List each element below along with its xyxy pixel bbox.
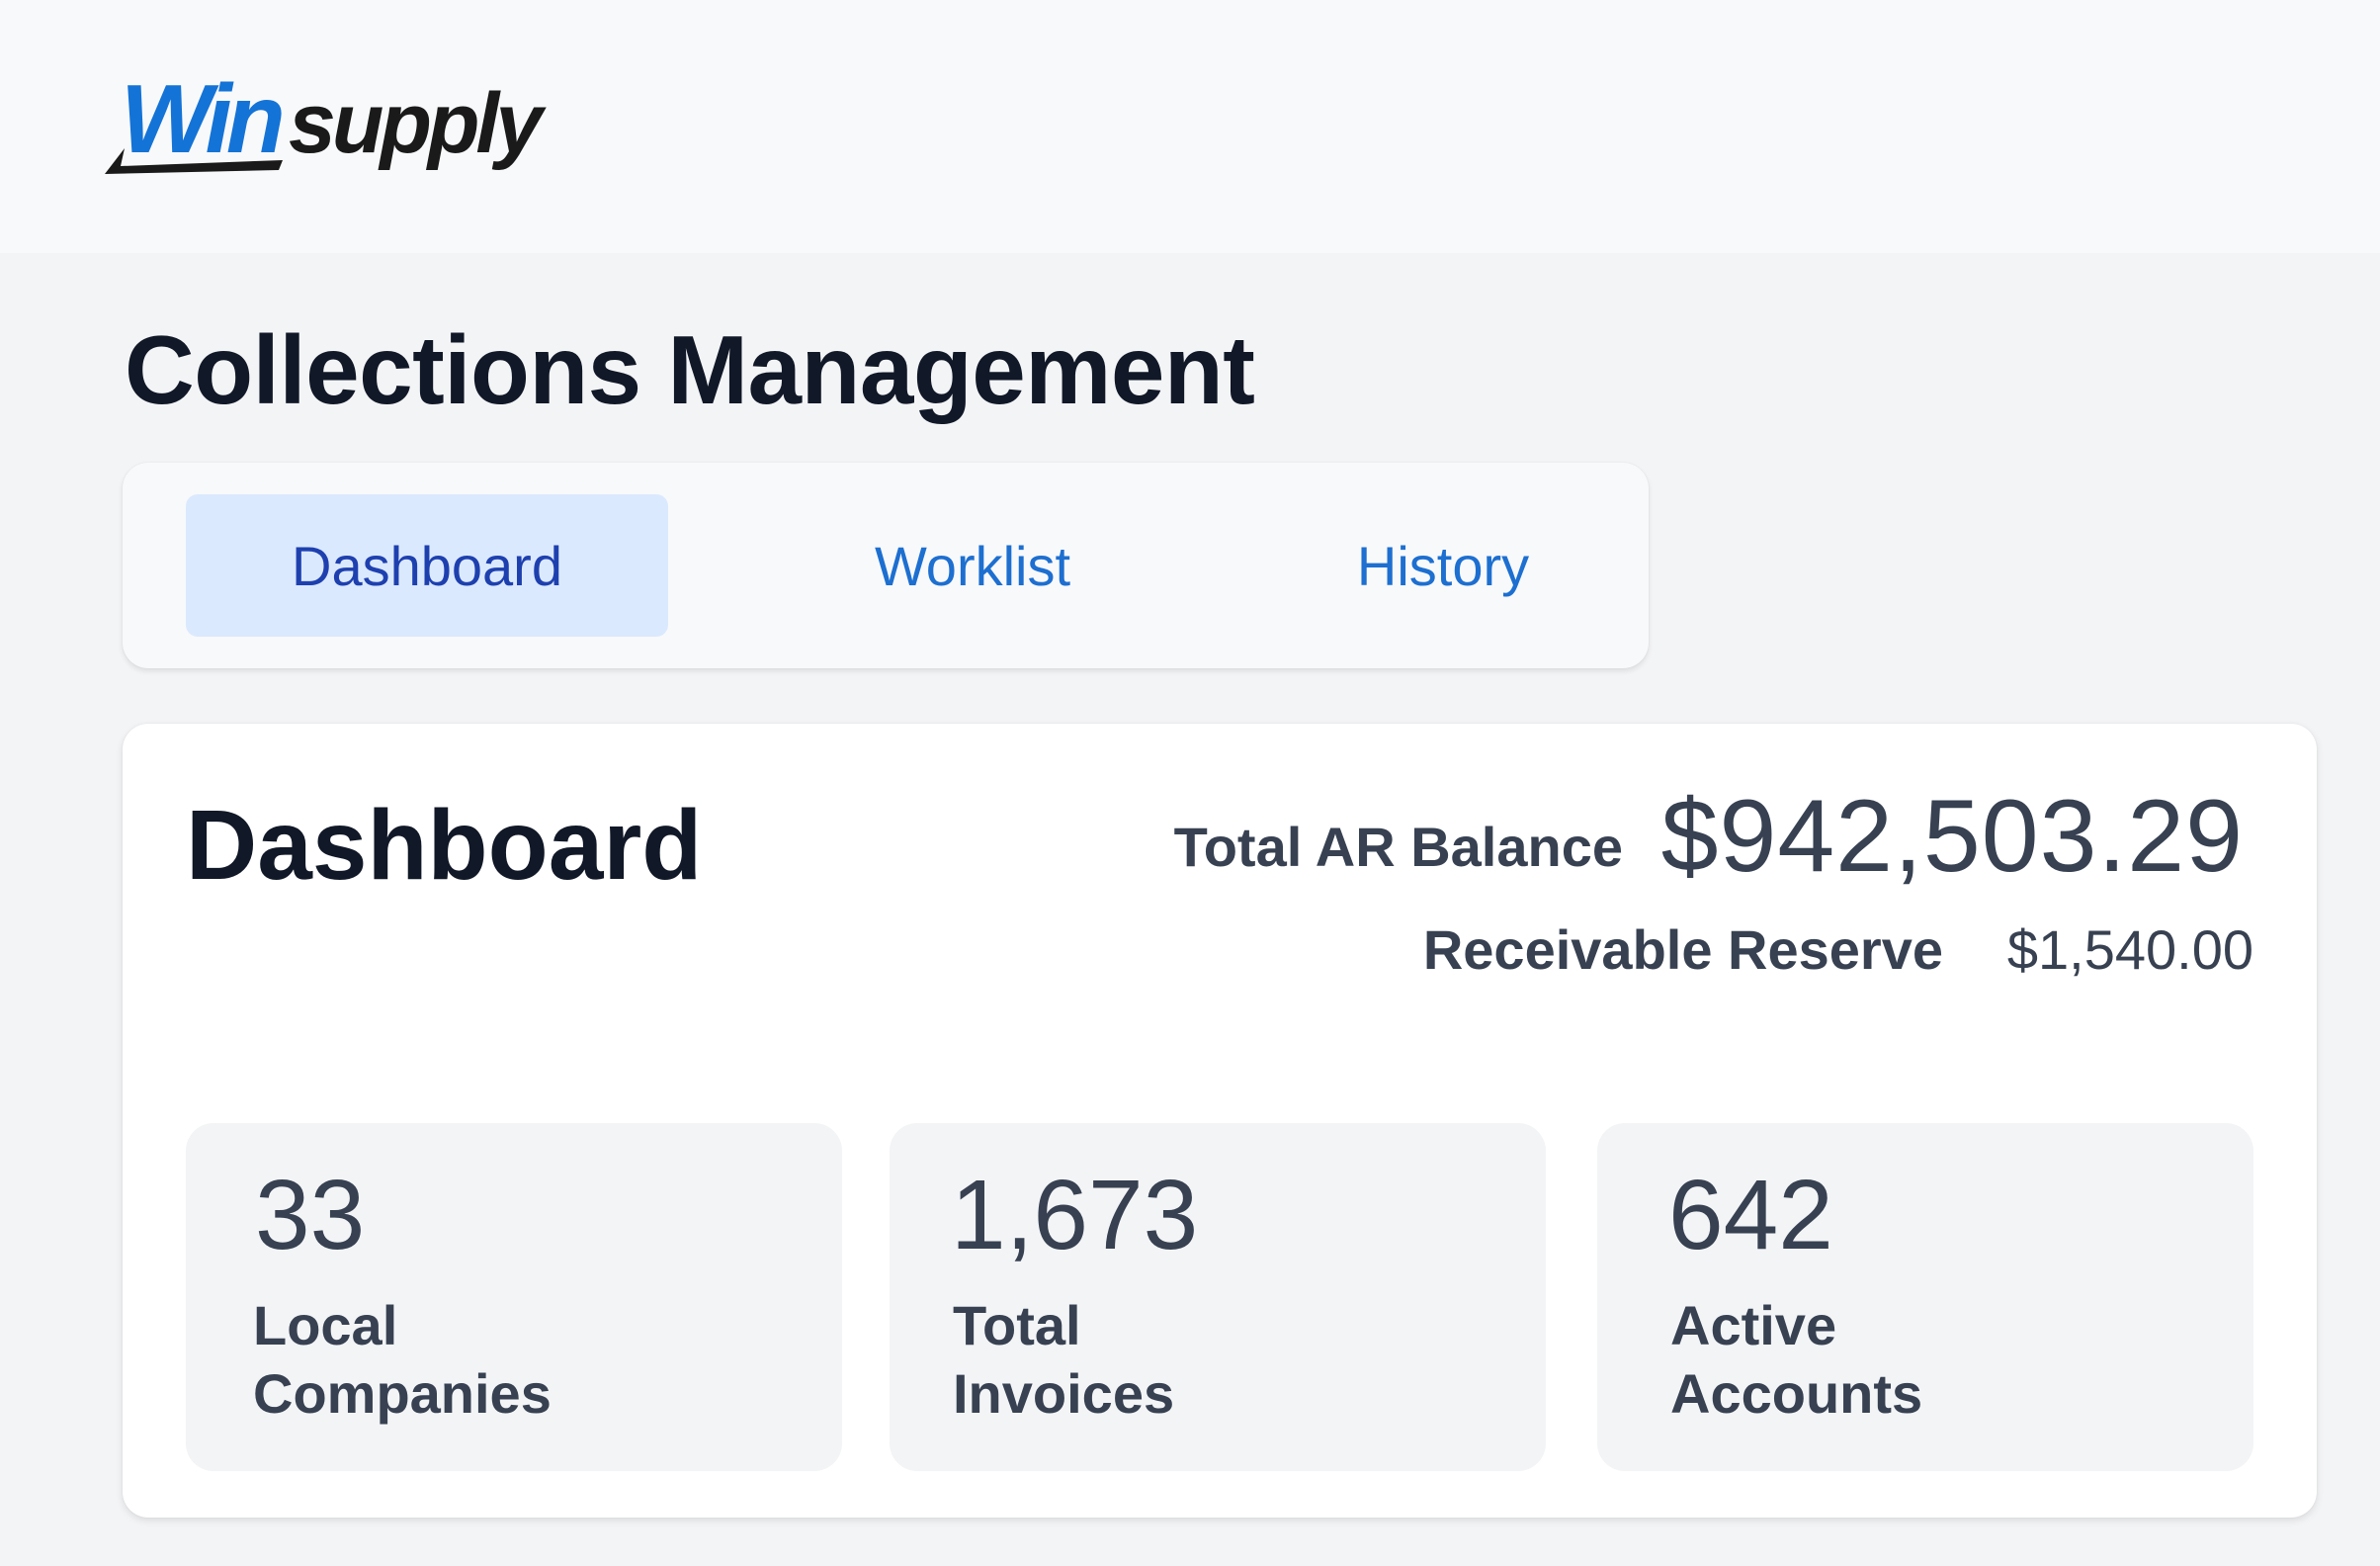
stat-label-line: Total (953, 1294, 1081, 1356)
stat-value: 642 (1668, 1160, 1833, 1270)
stat-label-line: Companies (253, 1362, 552, 1425)
stat-value: 33 (255, 1160, 366, 1270)
logo-text-supply: supply (289, 76, 547, 171)
page-title: Collections Management (125, 315, 1255, 424)
receivable-reserve-value: $1,540.00 (2006, 918, 2253, 981)
logo-text-win: Win (121, 69, 282, 173)
dashboard-title: Dashboard (186, 790, 703, 901)
winsupply-logo[interactable]: Win supply (95, 69, 599, 180)
total-ar-balance-value: $942,503.29 (1660, 779, 2244, 894)
total-ar-balance-label: Total AR Balance (1173, 816, 1623, 878)
top-header: Win supply (0, 0, 2380, 253)
stat-label-line: Invoices (953, 1362, 1175, 1425)
stat-card-active-accounts[interactable]: 642 Active Accounts (1597, 1123, 2253, 1471)
stat-value: 1,673 (951, 1160, 1199, 1270)
stat-label-line: Local (253, 1294, 398, 1356)
tab-worklist[interactable]: Worklist (824, 494, 1121, 637)
tab-dashboard[interactable]: Dashboard (186, 494, 668, 637)
stat-label-line: Accounts (1670, 1362, 1923, 1425)
tab-history[interactable]: History (1295, 494, 1591, 637)
dashboard-card: Dashboard Total AR Balance $942,503.29 R… (123, 724, 2317, 1518)
stat-card-local-companies[interactable]: 33 Local Companies (186, 1123, 842, 1471)
stat-label: Active Accounts (1670, 1291, 2165, 1428)
stat-label: Local Companies (253, 1291, 747, 1428)
stat-label: Total Invoices (953, 1291, 1447, 1428)
stat-label-line: Active (1670, 1294, 1837, 1356)
stat-card-total-invoices[interactable]: 1,673 Total Invoices (890, 1123, 1546, 1471)
tab-bar: Dashboard Worklist History (123, 463, 1649, 668)
receivable-reserve-label: Receivable Reserve (1422, 918, 1943, 981)
